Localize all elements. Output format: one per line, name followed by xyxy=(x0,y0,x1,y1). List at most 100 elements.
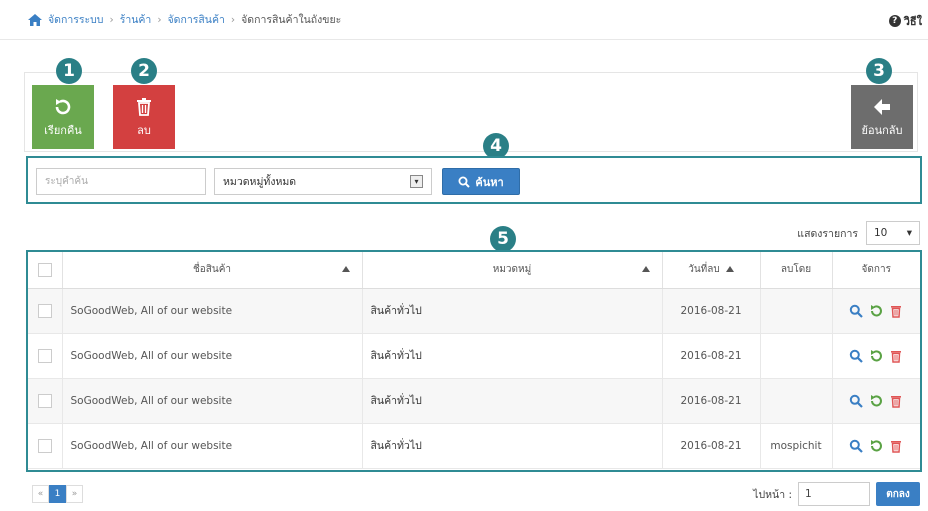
view-icon[interactable] xyxy=(849,439,864,453)
row-checkbox[interactable] xyxy=(37,438,52,453)
trash-icon xyxy=(137,98,151,116)
search-button[interactable]: ค้นหา xyxy=(442,168,520,195)
column-header-category[interactable]: หมวดหมู่ xyxy=(362,252,663,289)
search-button-label: ค้นหา xyxy=(475,175,504,189)
callout-badge-2: 2 xyxy=(131,58,157,84)
undo-icon[interactable] xyxy=(869,349,883,363)
row-checkbox[interactable] xyxy=(37,348,52,363)
restore-label: เรียกคืน xyxy=(44,124,82,137)
breadcrumb-current: จัดการสินค้าในถังขยะ xyxy=(241,14,342,26)
column-header-manage: จัดการ xyxy=(832,252,920,289)
product-name: SoGoodWeb, All of our website xyxy=(62,288,363,334)
help-icon: ? xyxy=(888,15,901,27)
arrow-left-icon xyxy=(874,99,890,115)
page-size-select[interactable]: 10 ▾ xyxy=(866,221,920,245)
product-name: SoGoodWeb, All of our website xyxy=(62,333,363,379)
column-header-date[interactable]: วันที่ลบ xyxy=(662,252,761,289)
page-size-control: แสดงรายการ 10 ▾ xyxy=(797,221,920,245)
deleted-by xyxy=(760,378,833,424)
callout-badge-3: 3 xyxy=(866,58,892,84)
view-icon[interactable] xyxy=(849,394,864,408)
sort-asc-icon xyxy=(641,266,650,272)
back-button[interactable]: ย้อนกลับ xyxy=(851,85,913,149)
page-size-label: แสดงรายการ xyxy=(797,227,858,240)
back-label: ย้อนกลับ xyxy=(861,124,903,137)
row-checkbox[interactable] xyxy=(37,393,52,408)
breadcrumb-bar: จัดการระบบ › ร้านค้า › จัดการสินค้า › จั… xyxy=(0,0,928,40)
goto-page-control: ไปหน้า : ตกลง xyxy=(753,482,920,506)
breadcrumb-separator: › xyxy=(157,13,162,26)
table-row: SoGoodWeb, All of our website สินค้าทั่ว… xyxy=(28,288,921,334)
delete-button[interactable]: ลบ xyxy=(113,85,175,149)
table-row: SoGoodWeb, All of our website สินค้าทั่ว… xyxy=(28,333,921,379)
goto-page-input[interactable] xyxy=(798,482,870,506)
select-all-header xyxy=(28,252,63,289)
chevron-down-icon: ▾ xyxy=(906,227,912,239)
table-row: SoGoodWeb, All of our website สินค้าทั่ว… xyxy=(28,378,921,424)
goto-page-button[interactable]: ตกลง xyxy=(876,482,920,506)
product-category: สินค้าทั่วไป xyxy=(362,288,663,334)
table-row: SoGoodWeb, All of our website สินค้าทั่ว… xyxy=(28,423,921,469)
trash-icon[interactable] xyxy=(889,439,903,453)
sort-asc-icon xyxy=(725,266,734,273)
help-link[interactable]: ? วิธีใ xyxy=(888,12,922,30)
product-category: สินค้าทั่วไป xyxy=(362,333,663,379)
deleted-by xyxy=(760,288,833,334)
undo-icon[interactable] xyxy=(869,304,883,318)
deleted-by xyxy=(760,333,833,379)
breadcrumb-separator: › xyxy=(230,13,236,26)
pagination-prev[interactable]: « xyxy=(32,485,49,503)
search-panel: หมวดหมู่ทั้งหมด ▾ ค้นหา xyxy=(26,156,922,204)
deleted-date: 2016-08-21 xyxy=(662,423,761,469)
restore-button[interactable]: เรียกคืน xyxy=(32,85,94,149)
product-category: สินค้าทั่วไป xyxy=(362,423,663,469)
view-icon[interactable] xyxy=(849,349,864,363)
breadcrumb-separator: › xyxy=(109,13,114,26)
breadcrumb: จัดการระบบ › ร้านค้า › จัดการสินค้า › จั… xyxy=(28,11,341,28)
row-actions xyxy=(833,304,921,318)
page-size-value: 10 xyxy=(874,227,888,239)
undo-icon[interactable] xyxy=(869,439,883,453)
breadcrumb-item-shop[interactable]: ร้านค้า xyxy=(120,11,152,28)
category-select[interactable]: หมวดหมู่ทั้งหมด ▾ xyxy=(214,168,432,195)
search-icon xyxy=(458,176,471,188)
home-icon[interactable] xyxy=(28,13,42,26)
help-label: วิธีใ xyxy=(903,15,922,28)
column-header-name[interactable]: ชื่อสินค้า xyxy=(62,252,363,289)
breadcrumb-item-system[interactable]: จัดการระบบ xyxy=(48,11,103,28)
trash-icon[interactable] xyxy=(889,394,903,408)
sort-asc-icon xyxy=(341,266,350,272)
row-actions xyxy=(833,394,921,408)
row-actions xyxy=(833,439,921,453)
trash-table: ชื่อสินค้า หมวดหมู่ วันที่ลบ ลบโดย จัดกา… xyxy=(28,252,920,469)
breadcrumb-item-products[interactable]: จัดการสินค้า xyxy=(168,11,225,28)
view-icon[interactable] xyxy=(849,304,864,318)
row-checkbox[interactable] xyxy=(37,303,52,318)
undo-icon xyxy=(55,99,71,115)
deleted-date: 2016-08-21 xyxy=(662,378,761,424)
product-name: SoGoodWeb, All of our website xyxy=(62,378,363,424)
trash-icon[interactable] xyxy=(889,349,903,363)
pagination: « 1 » xyxy=(32,485,83,503)
pagination-page-1[interactable]: 1 xyxy=(49,485,66,503)
deleted-date: 2016-08-21 xyxy=(662,288,761,334)
deleted-by: mospichit xyxy=(760,423,833,469)
callout-badge-1: 1 xyxy=(56,58,82,84)
trash-table-panel: ชื่อสินค้า หมวดหมู่ วันที่ลบ ลบโดย จัดกา… xyxy=(26,250,922,472)
category-select-value: หมวดหมู่ทั้งหมด xyxy=(223,176,297,188)
delete-label: ลบ xyxy=(137,124,151,137)
pagination-next[interactable]: » xyxy=(66,485,83,503)
row-actions xyxy=(833,349,921,363)
deleted-date: 2016-08-21 xyxy=(662,333,761,379)
product-name: SoGoodWeb, All of our website xyxy=(62,423,363,469)
column-header-deleted-by: ลบโดย xyxy=(760,252,833,289)
undo-icon[interactable] xyxy=(869,394,883,408)
select-all-checkbox[interactable] xyxy=(37,262,52,277)
goto-page-label: ไปหน้า : xyxy=(753,488,792,501)
trash-icon[interactable] xyxy=(889,304,903,318)
search-input[interactable] xyxy=(36,168,206,195)
chevron-down-icon: ▾ xyxy=(410,175,423,188)
table-header-row: ชื่อสินค้า หมวดหมู่ วันที่ลบ ลบโดย จัดกา… xyxy=(28,252,920,289)
callout-badge-5: 5 xyxy=(490,226,516,252)
product-category: สินค้าทั่วไป xyxy=(362,378,663,424)
